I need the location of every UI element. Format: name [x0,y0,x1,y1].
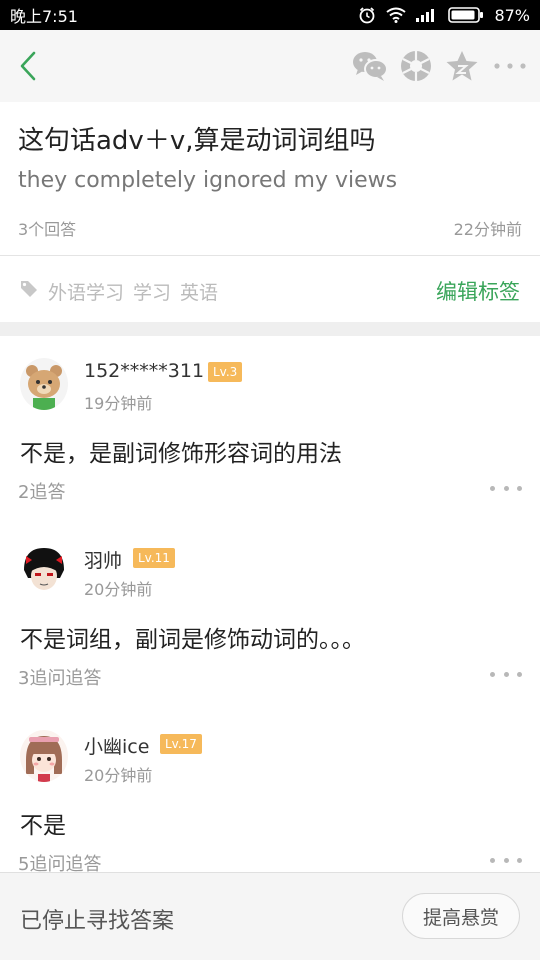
share-moments-button[interactable] [396,46,436,86]
tag-foreign-language[interactable]: 外语学习 [48,278,124,305]
wifi-icon [386,7,407,23]
follow-up-count[interactable]: 5追问追答 [18,850,101,872]
question-card: 这句话adv＋v,算是动词词组吗 they completely ignored… [0,102,540,255]
anime-avatar-image [20,544,68,596]
top-toolbar [0,30,540,102]
tags-row: 外语学习 学习 英语 编辑标签 [0,256,540,322]
answer-item: 羽帅 Lv.11 20分钟前 不是词组，副词是修饰动词的。。。 3追问追答 [0,522,540,708]
alarm-icon [360,7,375,24]
girl-avatar-image [20,730,68,782]
battery-percent: 87% [494,5,530,25]
answers-list: 152*****311 Lv.3 19分钟前 不是，是副词修饰形容词的用法 2追… [0,336,540,872]
level-badge: Lv.17 [160,734,202,754]
signal-icon [416,9,435,22]
answer-time: 19分钟前 [84,394,153,413]
star-icon [446,51,478,81]
stopped-status-text: 已停止寻找答案 [20,909,175,934]
username[interactable]: 小幽ice [84,732,149,759]
status-icons: 87% [358,6,530,25]
bottom-bar: 已停止寻找答案 提高悬赏 [0,872,540,960]
bear-avatar-image [20,358,68,410]
more-dot [490,857,495,863]
more-menu-button[interactable] [490,46,530,86]
answer-time: 20分钟前 [84,766,153,785]
answer-content: 不是，是副词修饰形容词的用法 [20,441,342,467]
back-icon [20,51,36,81]
more-dot [503,857,509,863]
edit-tags-button[interactable]: 编辑标签 [436,276,520,306]
battery-icon [448,7,484,23]
question-title: 这句话adv＋v,算是动词词组吗 [18,126,376,156]
answer-count: 3个回答 [18,220,77,239]
more-icon [494,63,526,69]
status-bar: 晚上7:51 87% [0,0,540,30]
raise-reward-button[interactable]: 提高悬赏 [402,893,520,939]
answer-time: 20分钟前 [84,580,153,599]
username[interactable]: 152*****311 [84,360,204,382]
avatar[interactable] [20,358,68,410]
answer-item: 小幽ice Lv.17 20分钟前 不是 5追问追答 [0,708,540,872]
share-wechat-button[interactable] [350,46,390,86]
more-dot [517,857,522,863]
question-time: 22分钟前 [453,220,522,239]
answer-more-button[interactable] [490,662,522,686]
status-time: 晚上7:51 [10,7,78,26]
more-dot [517,485,522,491]
more-dot [503,485,509,491]
avatar[interactable] [20,730,68,782]
tag-study[interactable]: 学习 [133,278,171,305]
more-dot [503,671,509,677]
answer-content: 不是词组，副词是修饰动词的。。。 [20,627,365,653]
more-dot [490,485,495,491]
answer-item: 152*****311 Lv.3 19分钟前 不是，是副词修饰形容词的用法 2追… [0,336,540,522]
more-dot [490,671,495,677]
back-button[interactable] [8,44,48,88]
wechat-icon [353,52,388,81]
avatar[interactable] [20,544,68,596]
follow-up-count[interactable]: 3追问追答 [18,664,101,690]
moments-icon [401,51,431,81]
favorite-button[interactable] [442,46,482,86]
tag-icon [21,281,37,297]
level-badge: Lv.11 [133,548,175,568]
answer-more-button[interactable] [490,848,522,872]
answer-more-button[interactable] [490,476,522,500]
more-dot [517,671,522,677]
tag-english[interactable]: 英语 [180,278,218,305]
section-gap [0,322,540,336]
follow-up-count[interactable]: 2追答 [18,478,65,504]
question-description: they completely ignored my views [18,168,398,193]
answer-content: 不是 [20,813,66,839]
level-badge: Lv.3 [208,362,243,382]
username[interactable]: 羽帅 [84,546,122,573]
